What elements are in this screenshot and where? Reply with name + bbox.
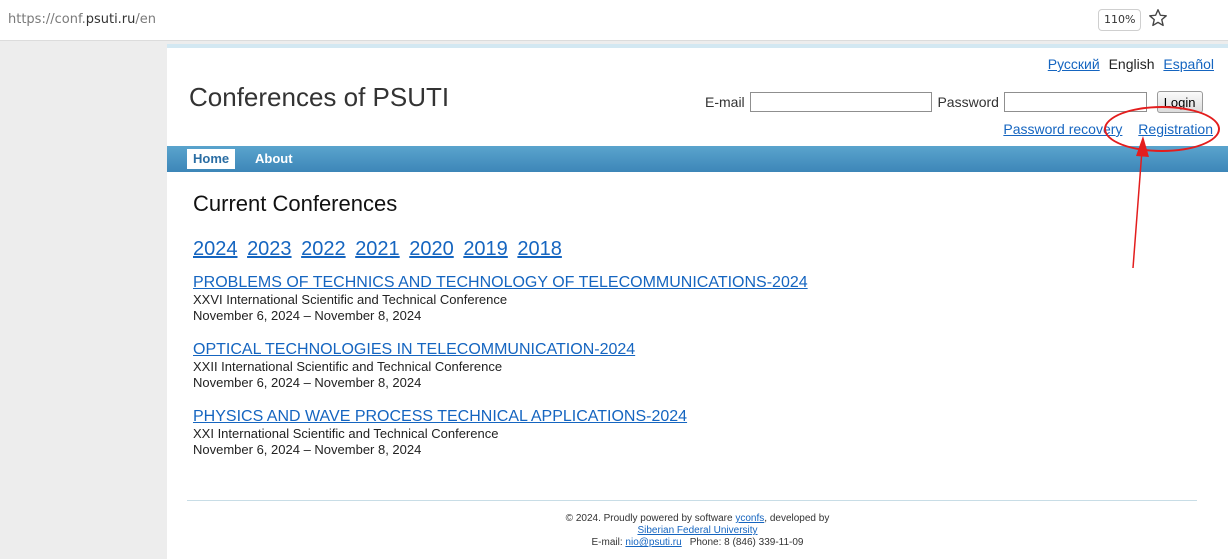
footer-phone: Phone: 8 (846) 339-11-09 bbox=[689, 537, 804, 548]
lang-russian-link[interactable]: Русский bbox=[1048, 56, 1100, 72]
conference-title-link[interactable]: PHYSICS AND WAVE PROCESS TECHNICAL APPLI… bbox=[193, 408, 1093, 426]
university-link[interactable]: Siberian Federal University bbox=[637, 525, 757, 536]
year-link-2021[interactable]: 2021 bbox=[355, 238, 400, 260]
email-field[interactable] bbox=[749, 92, 932, 112]
url-domain: psuti.ru bbox=[85, 12, 136, 27]
footer: © 2024. Proudly powered by software ycon… bbox=[167, 513, 1228, 549]
conference-item: OPTICAL TECHNOLOGIES IN TELECOMMUNICATIO… bbox=[193, 341, 1093, 391]
footer-contact-line: E-mail: nio@psuti.ru Phone: 8 (846) 339-1… bbox=[167, 537, 1228, 549]
footer-powered-text: © 2024. Proudly powered by software bbox=[565, 513, 736, 524]
main-nav: Home About bbox=[167, 146, 1228, 172]
year-link-2022[interactable]: 2022 bbox=[301, 238, 346, 260]
year-filter: 2024 2023 2022 2021 2020 2019 2018 bbox=[193, 238, 566, 261]
site-title[interactable]: Conferences of PSUTI bbox=[189, 82, 449, 113]
annotation-highlight-ellipse bbox=[1104, 106, 1220, 152]
footer-email-link[interactable]: nio@psuti.ru bbox=[625, 537, 681, 548]
nav-tab-about[interactable]: About bbox=[255, 149, 293, 169]
email-label: E-mail bbox=[705, 94, 745, 110]
conference-item: PROBLEMS OF TECHNICS AND TECHNOLOGY OF T… bbox=[193, 274, 1093, 324]
conference-item: PHYSICS AND WAVE PROCESS TECHNICAL APPLI… bbox=[193, 408, 1093, 458]
year-link-2024[interactable]: 2024 bbox=[193, 238, 238, 260]
language-switcher: Русский English Español bbox=[1043, 56, 1214, 72]
conference-subtitle: XXVI International Scientific and Techni… bbox=[193, 292, 508, 307]
year-link-2018[interactable]: 2018 bbox=[517, 238, 562, 260]
url-suffix: /en bbox=[135, 12, 157, 27]
footer-developed-text: , developed by bbox=[764, 513, 830, 524]
url-prefix: https://conf. bbox=[8, 12, 86, 27]
password-label: Password bbox=[937, 94, 999, 110]
conference-title-link[interactable]: PROBLEMS OF TECHNICS AND TECHNOLOGY OF T… bbox=[193, 274, 1093, 292]
conference-dates: November 6, 2024 – November 8, 2024 bbox=[193, 375, 422, 390]
conference-subtitle: XXI International Scientific and Technic… bbox=[193, 426, 499, 441]
year-link-2019[interactable]: 2019 bbox=[463, 238, 508, 260]
page-container: Conferences of PSUTI Русский English Esp… bbox=[167, 44, 1228, 559]
footer-divider bbox=[187, 500, 1197, 501]
section-title: Current Conferences bbox=[193, 191, 398, 216]
conference-dates: November 6, 2024 – November 8, 2024 bbox=[193, 308, 422, 323]
bookmark-star-icon[interactable] bbox=[1147, 7, 1169, 29]
password-field[interactable] bbox=[1003, 92, 1147, 112]
nav-tab-home[interactable]: Home bbox=[187, 149, 236, 169]
address-url[interactable]: https://conf.psuti.ru/en bbox=[8, 12, 156, 27]
year-link-2020[interactable]: 2020 bbox=[409, 238, 454, 260]
year-link-2023[interactable]: 2023 bbox=[247, 238, 292, 260]
lang-spanish-link[interactable]: Español bbox=[1163, 56, 1214, 72]
yconfs-link[interactable]: yconfs bbox=[735, 513, 764, 524]
conference-subtitle: XXII International Scientific and Techni… bbox=[193, 359, 503, 374]
conference-dates: November 6, 2024 – November 8, 2024 bbox=[193, 442, 422, 457]
browser-address-bar: https://conf.psuti.ru/en 110% bbox=[0, 0, 1228, 41]
lang-english-current: English bbox=[1108, 56, 1155, 72]
footer-powered-line: © 2024. Proudly powered by software ycon… bbox=[167, 513, 1228, 525]
zoom-level-badge[interactable]: 110% bbox=[1098, 9, 1142, 31]
conference-title-link[interactable]: OPTICAL TECHNOLOGIES IN TELECOMMUNICATIO… bbox=[193, 341, 1093, 359]
footer-email-label: E-mail: bbox=[591, 537, 626, 548]
